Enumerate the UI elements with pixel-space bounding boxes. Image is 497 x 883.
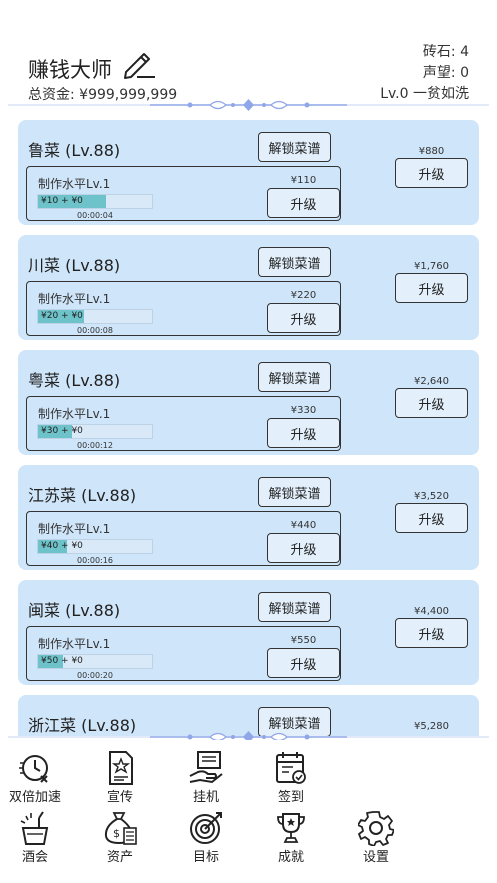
level-up-price: ¥330 bbox=[290, 405, 317, 416]
upgrade-button[interactable]: 升级 bbox=[395, 503, 468, 533]
nav-label: 宣传 bbox=[106, 790, 133, 805]
make-level-label: 制作水平Lv.1 bbox=[38, 407, 111, 421]
production-panel: 制作水平Lv.1 ¥20 + ¥0 00:00:08 ¥220 升级 bbox=[26, 281, 341, 336]
timer: 00:00:12 bbox=[77, 441, 113, 450]
unlock-recipe-button[interactable]: 解锁菜谱 bbox=[258, 247, 331, 277]
level-up-price: ¥550 bbox=[290, 635, 317, 646]
nav-label: 挂机 bbox=[192, 790, 219, 805]
make-level-label: 制作水平Lv.1 bbox=[38, 637, 111, 651]
timer: 00:00:08 bbox=[77, 326, 113, 335]
nav-sign-in[interactable]: 签到 bbox=[261, 750, 321, 805]
reputation-count: 声望: 0 bbox=[422, 65, 469, 81]
player-stats: 砖石: 4 声望: 0 Lv.0 一贫如洗 bbox=[380, 42, 469, 105]
svg-text:$: $ bbox=[113, 827, 120, 840]
nav-label: 双倍加速 bbox=[8, 790, 61, 805]
page-title: 赚钱大师 bbox=[28, 58, 112, 82]
dish-name: 粤菜 (Lv.88) bbox=[28, 371, 121, 390]
level-up-button[interactable]: 升级 bbox=[267, 418, 340, 448]
timer: 00:00:20 bbox=[77, 671, 113, 680]
progress-bar: ¥50 + ¥0 bbox=[37, 654, 153, 669]
upgrade-price: ¥2,640 bbox=[414, 376, 449, 387]
dish-card: 闽菜 (Lv.88) 解锁菜谱 制作水平Lv.1 ¥50 + ¥0 00:00:… bbox=[18, 580, 479, 685]
make-level-label: 制作水平Lv.1 bbox=[38, 177, 111, 191]
dish-name: 川菜 (Lv.88) bbox=[28, 256, 121, 275]
bricks-count: 砖石: 4 bbox=[422, 44, 469, 60]
upgrade-button[interactable]: 升级 bbox=[395, 273, 468, 303]
make-level-label: 制作水平Lv.1 bbox=[38, 292, 111, 306]
level-up-button[interactable]: 升级 bbox=[267, 303, 340, 333]
upgrade-price: ¥880 bbox=[418, 146, 445, 157]
progress-bar: ¥30 + ¥0 bbox=[37, 424, 153, 439]
calendar-check-icon bbox=[276, 752, 306, 784]
upgrade-button[interactable]: 升级 bbox=[395, 158, 468, 188]
production-panel: 制作水平Lv.1 ¥50 + ¥0 00:00:20 ¥550 升级 bbox=[26, 626, 341, 681]
progress-text: ¥10 + ¥0 bbox=[41, 196, 83, 206]
nav-settings[interactable]: 设置 bbox=[346, 810, 406, 865]
target-icon bbox=[190, 812, 222, 844]
nav-label: 酒会 bbox=[21, 850, 48, 865]
unlock-recipe-button[interactable]: 解锁菜谱 bbox=[258, 592, 331, 622]
timer: 00:00:16 bbox=[77, 556, 113, 565]
nav-label: 设置 bbox=[362, 850, 389, 865]
gear-icon bbox=[358, 811, 394, 846]
dish-list[interactable]: 鲁菜 (Lv.88) 解锁菜谱 制作水平Lv.1 ¥10 + ¥0 00:00:… bbox=[18, 120, 479, 736]
nav-achievements[interactable]: 成就 bbox=[261, 810, 321, 865]
money-bag-icon: $ bbox=[104, 812, 137, 845]
hand-screen-icon bbox=[189, 751, 223, 784]
progress-text: ¥30 + ¥0 bbox=[41, 426, 83, 436]
upgrade-price: ¥4,400 bbox=[414, 606, 449, 617]
nav-goals[interactable]: 目标 bbox=[176, 810, 236, 865]
flyer-star-icon bbox=[109, 751, 133, 785]
production-panel: 制作水平Lv.1 ¥10 + ¥0 00:00:04 ¥110 升级 bbox=[26, 166, 341, 221]
progress-bar: ¥20 + ¥0 bbox=[37, 309, 153, 324]
unlock-recipe-button[interactable]: 解锁菜谱 bbox=[258, 132, 331, 162]
dish-card: 江苏菜 (Lv.88) 解锁菜谱 制作水平Lv.1 ¥40 + ¥0 00:00… bbox=[18, 465, 479, 570]
dish-name: 鲁菜 (Lv.88) bbox=[28, 141, 121, 160]
progress-bar: ¥10 + ¥0 bbox=[37, 194, 153, 209]
upgrade-button[interactable]: 升级 bbox=[395, 388, 468, 418]
clock-speed-icon bbox=[19, 755, 48, 783]
production-panel: 制作水平Lv.1 ¥40 + ¥0 00:00:16 ¥440 升级 bbox=[26, 511, 341, 566]
progress-text: ¥40 + ¥0 bbox=[41, 541, 83, 551]
upgrade-button[interactable]: 升级 bbox=[395, 618, 468, 648]
level-up-price: ¥110 bbox=[290, 175, 317, 186]
level-up-price: ¥220 bbox=[290, 290, 317, 301]
upgrade-price: ¥1,760 bbox=[414, 261, 449, 272]
timer: 00:00:04 bbox=[77, 211, 113, 220]
dish-card: 川菜 (Lv.88) 解锁菜谱 制作水平Lv.1 ¥20 + ¥0 00:00:… bbox=[18, 235, 479, 340]
trophy-icon bbox=[277, 813, 305, 843]
upgrade-price: ¥3,520 bbox=[414, 491, 449, 502]
dish-card: 粤菜 (Lv.88) 解锁菜谱 制作水平Lv.1 ¥30 + ¥0 00:00:… bbox=[18, 350, 479, 455]
unlock-recipe-button[interactable]: 解锁菜谱 bbox=[258, 362, 331, 392]
dish-name: 闽菜 (Lv.88) bbox=[28, 601, 121, 620]
nav-assets[interactable]: $ 资产 bbox=[90, 810, 150, 865]
nav-label: 成就 bbox=[277, 850, 304, 865]
nav-promote[interactable]: 宣传 bbox=[90, 750, 150, 805]
level-up-button[interactable]: 升级 bbox=[267, 533, 340, 563]
level-up-price: ¥440 bbox=[290, 520, 317, 531]
level-up-button[interactable]: 升级 bbox=[267, 648, 340, 678]
nav-label: 目标 bbox=[192, 850, 219, 865]
champagne-bucket-icon bbox=[20, 811, 49, 845]
nav-banquet[interactable]: 酒会 bbox=[5, 810, 65, 865]
nav-label: 资产 bbox=[106, 850, 133, 865]
nav-label: 签到 bbox=[277, 790, 304, 805]
progress-text: ¥20 + ¥0 bbox=[41, 311, 83, 321]
bottom-nav: 双倍加速 宣传 挂机 签到 酒会 $ 资产 目标 成就 设置 bbox=[0, 740, 497, 883]
make-level-label: 制作水平Lv.1 bbox=[38, 522, 111, 536]
production-panel: 制作水平Lv.1 ¥30 + ¥0 00:00:12 ¥330 升级 bbox=[26, 396, 341, 451]
ornament-divider bbox=[8, 99, 489, 111]
nav-double-speed[interactable]: 双倍加速 bbox=[5, 750, 65, 805]
progress-bar: ¥40 + ¥0 bbox=[37, 539, 153, 554]
unlock-recipe-button[interactable]: 解锁菜谱 bbox=[258, 477, 331, 507]
nav-idle[interactable]: 挂机 bbox=[176, 750, 236, 805]
progress-text: ¥50 + ¥0 bbox=[41, 656, 83, 666]
header: 赚钱大师 总资金: ¥999,999,999 砖石: 4 声望: 0 Lv.0 … bbox=[0, 0, 497, 112]
dish-card: 鲁菜 (Lv.88) 解锁菜谱 制作水平Lv.1 ¥10 + ¥0 00:00:… bbox=[18, 120, 479, 225]
pencil-icon[interactable] bbox=[122, 48, 156, 80]
dish-name: 江苏菜 (Lv.88) bbox=[28, 486, 137, 505]
level-up-button[interactable]: 升级 bbox=[267, 188, 340, 218]
